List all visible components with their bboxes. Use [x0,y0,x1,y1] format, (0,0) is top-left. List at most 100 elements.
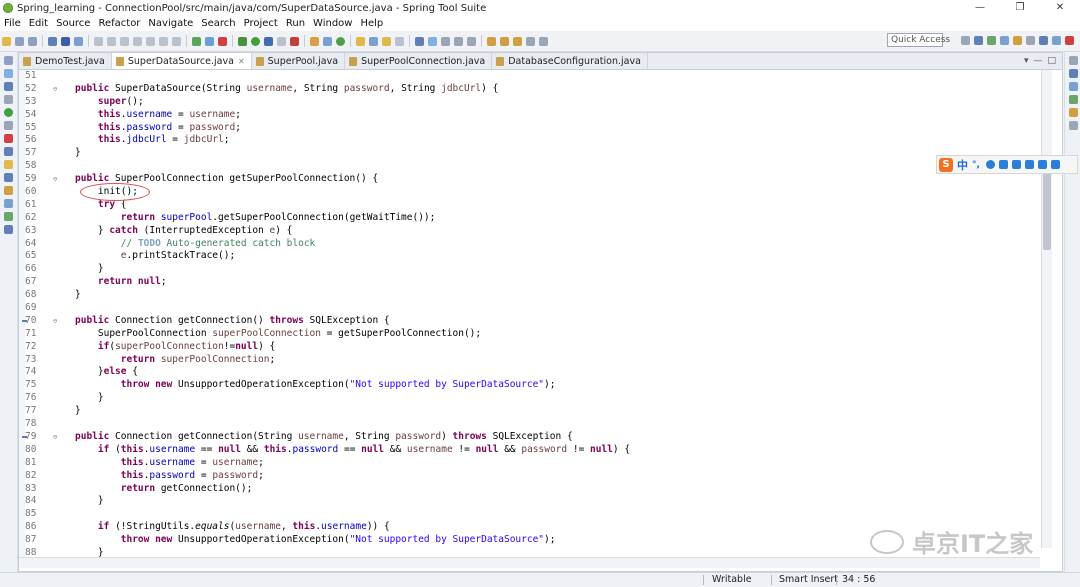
hierarchy-icon[interactable] [4,69,13,78]
fold-icon[interactable]: ⊖ [53,173,57,186]
new-class-icon[interactable] [336,36,345,46]
menu-search[interactable]: Search [197,18,239,29]
show-whitespace-icon[interactable] [441,36,450,46]
progress-icon[interactable] [4,186,13,195]
annotation-icon[interactable] [395,36,404,46]
package-explorer-icon[interactable] [4,56,13,65]
restore-icon[interactable] [1068,56,1078,65]
console-icon[interactable] [4,173,13,182]
fold-icon[interactable]: ⊖ [53,431,57,444]
search-view-icon[interactable] [4,225,13,234]
coverage-icon[interactable] [264,36,273,46]
ime-punct-toggle[interactable]: °, [972,160,980,170]
sogou-logo[interactable]: S [939,157,953,172]
next-annotation-icon[interactable] [487,36,496,46]
quick-access-input[interactable]: Quick Access [887,33,950,47]
menu-navigate[interactable]: Navigate [144,18,197,29]
print-icon[interactable] [48,36,57,46]
keyboard-icon[interactable] [1011,160,1021,169]
spring-perspective-icon[interactable] [987,36,996,45]
new-java-project-icon[interactable] [310,36,319,46]
step-into-icon[interactable] [146,36,155,46]
terminate-icon[interactable] [120,36,129,46]
new-package-icon[interactable] [323,36,332,46]
open-type-icon[interactable] [356,36,365,46]
remote-perspective-icon[interactable] [1065,36,1074,45]
back-icon[interactable] [526,36,535,46]
servers-icon[interactable] [4,199,13,208]
boot-icon[interactable] [4,108,13,117]
last-edit-icon[interactable] [513,36,522,46]
git-perspective-icon[interactable] [1013,36,1022,45]
scroll-thumb[interactable] [1043,170,1051,250]
close-button[interactable]: ✕ [1040,0,1080,16]
resume-icon[interactable] [94,36,103,46]
new-icon[interactable] [2,36,11,46]
search-icon[interactable] [382,36,391,46]
stop-icon[interactable] [277,36,286,46]
run-icon[interactable] [251,36,260,46]
maximize-editor-icon[interactable]: □ [1047,56,1056,66]
previous-annotation-icon[interactable] [500,36,509,46]
open-task-icon[interactable] [369,36,378,46]
debug-perspective-icon[interactable] [1000,36,1009,45]
wrench-icon[interactable] [1050,160,1060,169]
menu-project[interactable]: Project [240,18,282,29]
tab-superpool[interactable]: SuperPool.java [252,53,346,69]
fold-icon[interactable]: ⊖ [53,83,57,96]
junit-icon[interactable] [4,82,13,91]
restore-icon[interactable] [4,95,13,104]
ime-lang-toggle[interactable]: 中 [957,157,968,173]
maximize-button[interactable]: ❐ [1000,0,1040,16]
vertical-scrollbar[interactable] [1041,70,1052,548]
external-tools-icon[interactable] [290,36,299,46]
debug-icon[interactable] [238,36,247,46]
block-selection-icon[interactable] [454,36,463,46]
java-perspective-icon[interactable] [974,36,983,45]
save-icon[interactable] [15,36,24,46]
save-all-icon[interactable] [28,36,37,46]
menu-edit[interactable]: Edit [25,18,52,29]
menu-refactor[interactable]: Refactor [94,18,144,29]
close-icon[interactable]: ✕ [238,57,245,66]
step-return-icon[interactable] [172,36,181,46]
terminal-icon[interactable] [61,36,70,46]
emoji-icon[interactable] [985,160,995,169]
boot-dashboard-icon[interactable] [192,36,201,46]
microphone-icon[interactable] [998,160,1008,169]
tab-superpoolconnection[interactable]: SuperPoolConnection.java [345,53,493,69]
declaration-icon[interactable] [4,160,13,169]
tab-list-icon[interactable]: ▾ [1024,56,1029,66]
user-icon[interactable] [1024,160,1034,169]
code-area[interactable]: 51 52 ⊖ public SuperDataSource(String usern… [19,70,1040,560]
tab-demotest[interactable]: DemoTest.java [19,53,112,69]
skin-icon[interactable] [1037,160,1047,169]
open-perspective-icon[interactable] [961,36,970,45]
restore-icon[interactable] [4,121,13,130]
tasks-icon[interactable] [4,212,13,221]
team-perspective-icon[interactable] [1026,36,1035,45]
outline-icon[interactable] [1068,69,1078,78]
problems-icon[interactable] [4,134,13,143]
resource-perspective-icon[interactable] [1039,36,1048,45]
disconnect-icon[interactable] [133,36,142,46]
toggle-highlight-icon[interactable] [428,36,437,46]
spring-icon[interactable] [218,36,227,46]
javadoc-icon[interactable] [4,147,13,156]
minimize-editor-icon[interactable]: — [1033,56,1042,66]
restore-icon[interactable] [1068,121,1078,130]
status-insert[interactable]: Smart Insert [779,573,838,587]
spring-explorer-icon[interactable] [1068,95,1078,104]
open-console-icon[interactable] [205,36,214,46]
fold-icon[interactable]: ⊖ [53,315,57,328]
tab-databaseconfiguration[interactable]: DatabaseConfiguration.java [492,53,648,69]
menu-help[interactable]: Help [356,18,387,29]
mylyn-icon[interactable] [1068,108,1078,117]
menu-file[interactable]: File [0,18,25,29]
skip-breakpoints-icon[interactable] [74,36,83,46]
task-list-icon[interactable] [1068,82,1078,91]
step-over-icon[interactable] [159,36,168,46]
tab-superdatasource[interactable]: SuperDataSource.java ✕ [111,53,252,69]
menu-window[interactable]: Window [309,18,356,29]
db-perspective-icon[interactable] [1052,36,1061,45]
